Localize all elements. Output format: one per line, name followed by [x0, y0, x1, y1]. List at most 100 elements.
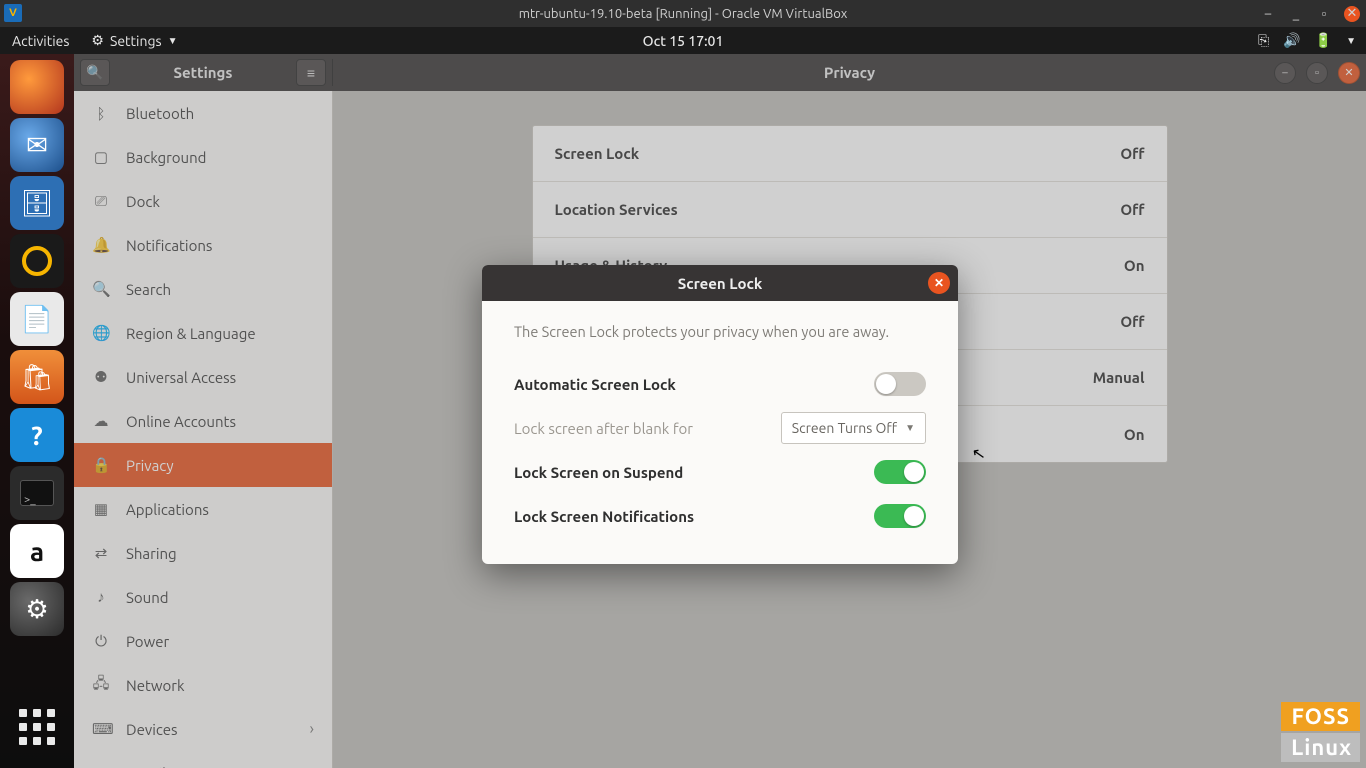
sidebar-item-icon: ⋯ — [92, 764, 110, 768]
sidebar-item-details[interactable]: ⋯Details› — [74, 751, 332, 768]
sidebar-item-label: Notifications — [126, 237, 212, 254]
row-value: Off — [1120, 145, 1144, 162]
automatic-screen-lock-switch[interactable] — [874, 372, 926, 396]
sidebar-item-online-accounts[interactable]: ☁Online Accounts — [74, 399, 332, 443]
sidebar-item-icon: ▢ — [92, 148, 110, 166]
sidebar-item-label: Background — [126, 149, 206, 166]
chevron-down-icon: ▼ — [168, 35, 178, 47]
network-icon: ⎘ — [1258, 32, 1269, 49]
sidebar-item-label: Sound — [126, 589, 169, 606]
sidebar-item-search[interactable]: 🔍Search — [74, 267, 332, 311]
sidebar-item-applications[interactable]: ▦Applications — [74, 487, 332, 531]
sidebar-item-icon: ᛒ — [92, 105, 110, 122]
system-status-area[interactable]: ⎘ 🔊 🔋 ▼ — [1258, 32, 1356, 49]
virtualbox-titlebar: mtr-ubuntu-19.10-beta [Running] - Oracle… — [0, 0, 1366, 27]
row-value: Off — [1120, 313, 1144, 330]
volume-icon: 🔊 — [1283, 32, 1300, 49]
lock-on-suspend-label: Lock Screen on Suspend — [514, 464, 683, 481]
dock: ✉ 🗄 📄 🛍 ? a ⚙ — [0, 54, 74, 768]
sidebar-item-bluetooth[interactable]: ᛒ Bluetooth — [74, 91, 332, 135]
sidebar-item-label: Power — [126, 633, 169, 650]
sidebar-item-icon: 🔔 — [92, 236, 110, 254]
sidebar-item-universal-access[interactable]: ⚉ Universal Access — [74, 355, 332, 399]
lock-notifications-row: Lock Screen Notifications — [514, 494, 926, 538]
sidebar-item-power[interactable]: ⏻Power — [74, 619, 332, 663]
sidebar-item-label: Sharing — [126, 545, 177, 562]
clock[interactable]: Oct 15 17:01 — [643, 33, 724, 49]
row-value: On — [1124, 426, 1145, 443]
search-icon: 🔍 — [86, 64, 103, 81]
sidebar-title: Settings — [110, 64, 296, 81]
show-applications-button[interactable] — [10, 700, 64, 754]
sidebar-item-dock[interactable]: ⎚Dock — [74, 179, 332, 223]
files-icon[interactable]: 🗄 — [10, 176, 64, 230]
page-title: Privacy — [824, 64, 875, 81]
settings-icon[interactable]: ⚙ — [10, 582, 64, 636]
sidebar-item-label: Online Accounts — [126, 413, 236, 430]
row-label: Location Services — [555, 201, 678, 218]
screen-lock-dialog: Screen Lock ✕ The Screen Lock protects y… — [482, 265, 958, 564]
sidebar-item-sound[interactable]: ♪ Sound — [74, 575, 332, 619]
vb-shade-button[interactable]: – — [1260, 6, 1276, 22]
sidebar-item-icon: 🖧 — [92, 673, 110, 698]
window-maximize-button[interactable]: ▫ — [1306, 62, 1328, 84]
settings-window: 🔍 Settings ≡ Privacy – ▫ ✕ ᛒ Bluetooth ▢ Ba… — [74, 54, 1366, 768]
help-icon[interactable]: ? — [10, 408, 64, 462]
lock-after-blank-row: Lock screen after blank for Screen Turns… — [514, 406, 926, 450]
libreoffice-writer-icon[interactable]: 📄 — [10, 292, 64, 346]
sidebar-item-icon: ♪ — [92, 588, 110, 606]
sidebar-item-background[interactable]: ▢ Background — [74, 135, 332, 179]
dialog-header: Screen Lock ✕ — [482, 265, 958, 301]
hamburger-menu-button[interactable]: ≡ — [296, 59, 326, 86]
lock-after-blank-combo[interactable]: Screen Turns Off ▼ — [781, 412, 926, 444]
sidebar-item-label: Devices — [126, 721, 178, 738]
sidebar-item-icon: 🔒 — [92, 456, 110, 474]
sidebar-item-label: Dock — [126, 193, 160, 210]
close-icon: ✕ — [934, 276, 944, 290]
window-minimize-button[interactable]: – — [1274, 62, 1296, 84]
chevron-down-icon: ▼ — [905, 422, 915, 434]
search-button[interactable]: 🔍 — [80, 59, 110, 86]
privacy-row[interactable]: Location Services Off — [533, 182, 1167, 238]
privacy-row[interactable]: Screen LockOff — [533, 126, 1167, 182]
chevron-right-icon: › — [310, 720, 315, 738]
sidebar-item-notifications[interactable]: 🔔 Notifications — [74, 223, 332, 267]
sidebar-item-label: Network — [126, 677, 185, 694]
vb-minimize-button[interactable]: _ — [1288, 6, 1304, 22]
sidebar-item-icon: ⚉ — [92, 368, 110, 386]
virtualbox-window-controls: – _ ▫ ✕ — [1260, 0, 1360, 27]
lock-notifications-switch[interactable] — [874, 504, 926, 528]
vb-maximize-button[interactable]: ▫ — [1316, 6, 1332, 22]
app-menu[interactable]: ⚙ Settings ▼ — [91, 32, 177, 49]
sidebar-item-icon: ▦ — [92, 500, 110, 518]
activities-button[interactable]: Activities — [12, 33, 69, 49]
sidebar-item-network[interactable]: 🖧 Network — [74, 663, 332, 707]
sidebar-item-devices[interactable]: ⌨ Devices › — [74, 707, 332, 751]
amazon-icon[interactable]: a — [10, 524, 64, 578]
sidebar-item-icon: 🔍 — [92, 280, 110, 298]
vb-close-button[interactable]: ✕ — [1344, 6, 1360, 22]
firefox-icon[interactable] — [10, 60, 64, 114]
terminal-icon[interactable] — [10, 466, 64, 520]
sidebar-item-label: Region & Language — [126, 325, 256, 342]
settings-sidebar: ᛒ Bluetooth ▢ Background ⎚Dock 🔔 Notifications… — [74, 91, 333, 768]
ubuntu-software-icon[interactable]: 🛍 — [10, 350, 64, 404]
dialog-title: Screen Lock — [678, 275, 763, 292]
app-menu-label: Settings — [110, 33, 162, 49]
sidebar-item-label: Bluetooth — [126, 105, 194, 122]
sidebar-item-label: Universal Access — [126, 369, 236, 386]
dialog-close-button[interactable]: ✕ — [928, 272, 950, 294]
lock-on-suspend-switch[interactable] — [874, 460, 926, 484]
sidebar-item-privacy[interactable]: 🔒Privacy — [74, 443, 332, 487]
window-close-button[interactable]: ✕ — [1338, 62, 1360, 84]
rhythmbox-icon[interactable] — [10, 234, 64, 288]
row-value: Off — [1120, 201, 1144, 218]
lock-on-suspend-row: Lock Screen on Suspend — [514, 450, 926, 494]
dialog-description: The Screen Lock protects your privacy wh… — [514, 323, 926, 340]
sidebar-item-icon: ⌨ — [92, 720, 110, 738]
sidebar-item-sharing[interactable]: ⇄Sharing — [74, 531, 332, 575]
lock-after-blank-label: Lock screen after blank for — [514, 420, 693, 437]
thunderbird-icon[interactable]: ✉ — [10, 118, 64, 172]
sidebar-item-region-language[interactable]: 🌐Region & Language — [74, 311, 332, 355]
combo-value: Screen Turns Off — [792, 420, 897, 436]
